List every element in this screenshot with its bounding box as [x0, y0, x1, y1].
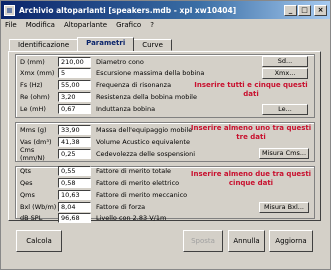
window-title: Archivio altoparlanti [speakers.mdb - xp… — [19, 5, 237, 15]
calcola-button[interactable]: Calcola — [16, 230, 62, 252]
menu-grafico[interactable]: Grafico — [116, 21, 141, 29]
input-dbspl[interactable]: 96,68 — [58, 213, 91, 223]
input-qts[interactable]: 0,55 — [58, 166, 91, 176]
desc-d: Diametro cono — [96, 58, 144, 66]
row-re: Re (ohm) 3,20 Resistenza della bobina mo… — [20, 92, 197, 102]
tab-parametri[interactable]: Parametri — [77, 37, 135, 51]
input-mms[interactable]: 33,90 — [58, 125, 91, 135]
desc-bxl: Fattore di forza — [96, 203, 146, 211]
row-xmx: Xmx (mm) 5 Escursione massima della bobi… — [20, 68, 204, 78]
minimize-button[interactable]: _ — [284, 4, 297, 16]
annulla-button[interactable]: Annulla — [228, 230, 265, 252]
label-re: Re (ohm) — [20, 93, 50, 101]
label-fs: Fs (Hz) — [20, 81, 43, 89]
row-bxl: Bxl (Wb/m) 8,04 Fattore di forza — [20, 202, 145, 212]
menu-file[interactable]: File — [5, 21, 17, 29]
misura-cms-button[interactable]: Misura Cms... — [259, 148, 309, 159]
label-bxl: Bxl (Wb/m) — [20, 203, 57, 211]
input-re[interactable]: 3,20 — [58, 92, 91, 102]
title-bar[interactable]: Archivio altoparlanti [speakers.mdb - xp… — [1, 1, 330, 19]
menu-bar: File Modifica Altoparlante Grafico ? — [1, 19, 330, 31]
label-qms: Qms — [20, 191, 35, 199]
note-group3: Inserire almeno due tra questi cinque da… — [190, 170, 312, 187]
menu-altoparlante[interactable]: Altoparlante — [64, 21, 107, 29]
menu-modifica[interactable]: Modifica — [26, 21, 55, 29]
row-le: Le (mH) 0,67 Induttanza bobina — [20, 104, 155, 114]
close-button[interactable]: × — [314, 4, 327, 16]
row-qts: Qts 0,55 Fattore di merito totale — [20, 166, 171, 176]
desc-le: Induttanza bobina — [96, 105, 156, 113]
desc-mms: Massa dell'equipaggio mobile — [96, 126, 193, 134]
input-qms[interactable]: 10,63 — [58, 190, 91, 200]
label-xmx: Xmx (mm) — [20, 69, 55, 77]
desc-xmx: Escursione massima della bobina — [96, 69, 205, 77]
label-qts: Qts — [20, 167, 32, 175]
tab-curve[interactable]: Curve — [133, 39, 172, 51]
row-qms: Qms 10,63 Fattore di merito meccanico — [20, 190, 187, 200]
app-icon — [4, 4, 15, 16]
tab-identificazione[interactable]: Identificazione — [9, 39, 79, 51]
menu-help[interactable]: ? — [150, 21, 154, 29]
row-dbspl: dB SPL 96,68 Livello con 2.83 V/1m — [20, 213, 166, 223]
label-cms: Cms (mm/N) — [20, 146, 45, 162]
input-bxl[interactable]: 8,04 — [58, 202, 91, 212]
desc-re: Resistenza della bobina mobile — [96, 93, 197, 101]
desc-dbspl: Livello con 2.83 V/1m — [96, 214, 167, 222]
desc-qes: Fattore di merito elettrico — [96, 179, 180, 187]
row-qes: Qes 0,58 Fattore di merito elettrico — [20, 178, 179, 188]
xmx-button[interactable]: Xmx... — [262, 68, 308, 79]
row-d: D (mm) 210,00 Diametro cono — [20, 57, 144, 67]
tab-strip: Identificazione Parametri Curve — [9, 37, 172, 51]
aggiorna-button[interactable]: Aggiorna — [269, 230, 313, 252]
label-le: Le (mH) — [20, 105, 46, 113]
note-group2: Inserire almeno uno tra questi tre dati — [190, 124, 312, 141]
input-fs[interactable]: 55,00 — [58, 80, 91, 90]
row-fs: Fs (Hz) 55,00 Frequenza di risonanza — [20, 80, 171, 90]
input-d[interactable]: 210,00 — [58, 57, 91, 67]
misura-bxl-button[interactable]: Misura Bxl... — [259, 202, 309, 213]
label-vas: Vas (dm³) — [20, 138, 52, 146]
input-xmx[interactable]: 5 — [58, 68, 91, 78]
desc-qms: Fattore di merito meccanico — [96, 191, 188, 199]
note-group1: Inserire tutti e cinque questi dati — [194, 81, 308, 98]
input-cms[interactable]: 0,25 — [58, 149, 91, 159]
input-qes[interactable]: 0,58 — [58, 178, 91, 188]
maximize-button[interactable]: □ — [298, 4, 311, 16]
sposta-button[interactable]: Sposta — [183, 230, 223, 252]
label-mms: Mms (g) — [20, 126, 47, 134]
desc-qts: Fattore di merito totale — [96, 167, 172, 175]
input-le[interactable]: 0,67 — [58, 104, 91, 114]
input-vas[interactable]: 41,38 — [58, 137, 91, 147]
label-qes: Qes — [20, 179, 33, 187]
row-mms: Mms (g) 33,90 Massa dell'equipaggio mobi… — [20, 125, 192, 135]
le-button[interactable]: Le... — [262, 104, 308, 115]
desc-fs: Frequenza di risonanza — [96, 81, 172, 89]
label-d: D (mm) — [20, 58, 45, 66]
sd-button[interactable]: Sd... — [262, 56, 308, 67]
row-cms: Cms (mm/N) 0,25 Cedevolezza delle sospen… — [20, 146, 196, 162]
desc-cms: Cedevolezza delle sospensioni — [96, 150, 196, 158]
label-dbspl: dB SPL — [20, 214, 43, 222]
desc-vas: Volume Acustico equivalente — [96, 138, 190, 146]
